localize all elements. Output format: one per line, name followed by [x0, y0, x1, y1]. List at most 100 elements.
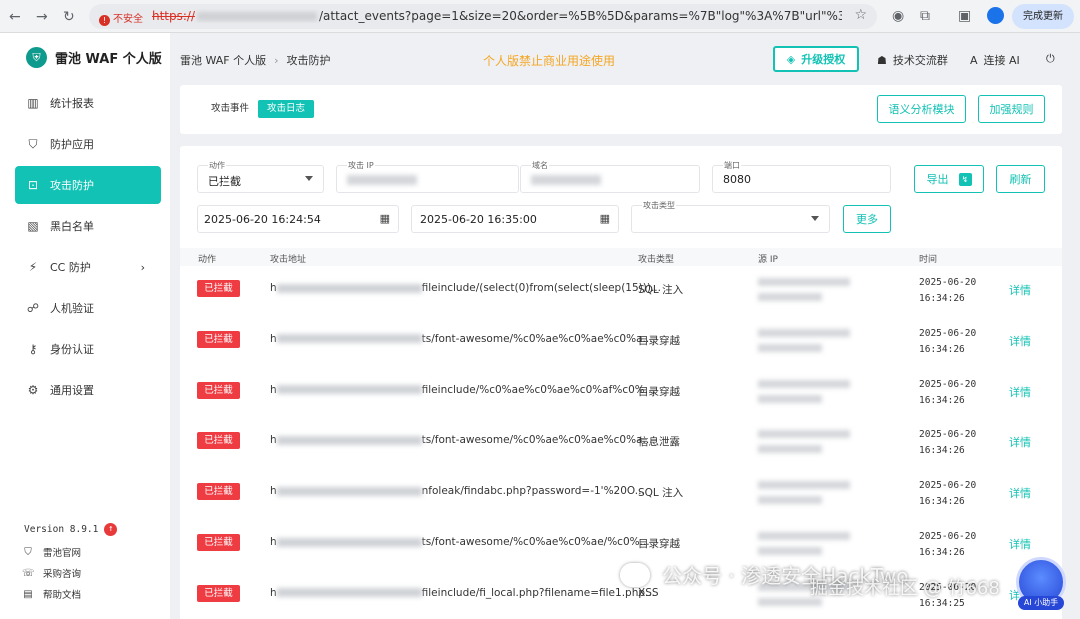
sidebar-item-auth[interactable]: ⚷ 身份认证	[15, 330, 161, 368]
reload-icon[interactable]: ↻	[63, 9, 75, 25]
puzzle-icon[interactable]: ⧉	[920, 8, 930, 24]
detail-link[interactable]: 详情	[1009, 485, 1031, 501]
attack-address: h fileinclude/%c0%ae%c0%ae%c0%af%c0%...	[270, 383, 655, 396]
calendar-icon: ▦	[379, 212, 390, 225]
attack-address: h ts/font-awesome/%c0%ae%c0%ae%c0%a...	[270, 332, 653, 345]
detail-link[interactable]: 详情	[1009, 536, 1031, 552]
chart-icon: ▥	[27, 96, 39, 110]
table-row: 已拦截 h nfoleak/findabc.php?password=-1'%20O…	[180, 470, 1062, 521]
attack-type: 目录穿越	[638, 538, 680, 550]
enhance-rules-button[interactable]: 加强规则	[978, 95, 1045, 123]
detail-link[interactable]: 详情	[1009, 434, 1031, 450]
update-badge-icon[interactable]: ↑	[104, 523, 118, 536]
export-button[interactable]: 导出 ↯	[914, 165, 984, 193]
shield-icon: ⛉	[28, 136, 38, 151]
breadcrumb-current: 攻击防护	[286, 54, 331, 67]
domain-input[interactable]: 域名	[520, 160, 700, 193]
version-label: Version 8.9.1 ↑	[24, 523, 118, 536]
address-bar[interactable]: ! 不安全 https:///attact_events?page=1&size=…	[89, 4, 877, 29]
docs-link[interactable]: ▤ 帮助文档	[22, 587, 81, 602]
start-time-picker[interactable]: 2025-06-20 16:24:54 ▦	[197, 205, 399, 233]
watermark-juejin: 掘金技术社区 @ 竹668	[810, 578, 1000, 599]
detail-link[interactable]: 详情	[1009, 384, 1031, 400]
detail-link[interactable]: 详情	[1009, 282, 1031, 298]
attack-type-select[interactable]: 攻击类型	[631, 200, 830, 233]
connect-ai-link[interactable]: A 连接 AI	[970, 52, 1020, 68]
end-time-picker[interactable]: 2025-06-20 16:35:00 ▦	[411, 205, 619, 233]
timestamp: 2025-06-20 16:34:26	[919, 531, 977, 558]
tab-attack-events[interactable]: 攻击事件	[202, 100, 258, 118]
app-name: 雷池 WAF 个人版	[55, 52, 162, 67]
breadcrumb-root[interactable]: 雷池 WAF 个人版	[180, 54, 266, 67]
detail-link[interactable]: 详情	[1009, 333, 1031, 349]
port-input[interactable]: 端口 8080	[712, 160, 891, 193]
community-link[interactable]: ☗ 技术交流群	[877, 52, 948, 68]
blocked-badge: 已拦截	[197, 280, 240, 297]
ai-icon: A	[970, 53, 978, 67]
logo-icon: ⛨	[26, 47, 47, 68]
back-icon[interactable]: ←	[9, 9, 21, 25]
robot-icon: ☍	[26, 301, 40, 315]
attack-address: h ts/font-awesome/%c0%ae%c0%ae/%c0%...	[270, 536, 650, 548]
sidebar-item-attack-protection[interactable]: ⊡ 攻击防护	[15, 166, 161, 204]
view-tabs: 攻击事件 攻击日志	[202, 100, 315, 118]
extension-icon[interactable]: ◉	[892, 8, 904, 24]
sidebar-item-blackwhite-list[interactable]: ▧ 黑白名单	[15, 207, 161, 245]
calendar-icon: ▦	[599, 212, 610, 225]
insecure-indicator[interactable]: ! 不安全	[99, 10, 143, 26]
header-type: 攻击类型	[638, 255, 675, 265]
breadcrumb: 雷池 WAF 个人版 › 攻击防护	[180, 52, 331, 68]
attack-ip-input[interactable]: 攻击 IP	[336, 160, 519, 193]
sidebar-item-settings[interactable]: ⚙ 通用设置	[15, 371, 161, 409]
more-filters-button[interactable]: 更多	[843, 205, 891, 233]
attack-type: 目录穿越	[638, 385, 680, 398]
bookmark-star-icon[interactable]: ☆	[854, 7, 867, 23]
logout-icon: ⏻	[1046, 52, 1055, 65]
timestamp: 2025-06-20 16:34:26	[919, 277, 977, 304]
table-header: 动作 攻击地址 攻击类型 源 IP 时间	[180, 248, 1062, 266]
lightning-icon: ⚡	[28, 260, 38, 274]
forward-icon[interactable]: →	[36, 9, 48, 25]
sidepanel-icon[interactable]: ▣	[958, 8, 971, 24]
gear-icon: ⚙	[27, 383, 39, 397]
header-address: 攻击地址	[270, 255, 307, 265]
chevron-right-icon: ›	[140, 260, 145, 274]
profile-avatar[interactable]	[987, 7, 1004, 24]
sidebar-item-cc-protection[interactable]: ⚡ CC 防护 ›	[15, 248, 161, 286]
source-ip	[758, 430, 850, 460]
update-button[interactable]: 完成更新	[1012, 4, 1074, 29]
url-text[interactable]: https:///attact_events?page=1&size=20&or…	[152, 9, 842, 23]
top-header: 雷池 WAF 个人版 › 攻击防护 个人版禁止商业用途使用 ◈ 升级授权 ☗ 技术交…	[170, 33, 1080, 85]
attack-icon: ⊡	[27, 178, 39, 192]
key-icon: ⚷	[28, 342, 38, 356]
caret-down-icon	[811, 216, 819, 221]
table-row: 已拦截 h fileinclude/(select(0)from(select(sl…	[180, 267, 1062, 318]
table-row: 已拦截 h fileinclude/%c0%ae%c0%ae%c0%af%c0%..…	[180, 369, 1062, 420]
logout-button[interactable]: ⏻	[1046, 52, 1055, 66]
table-row: 已拦截 h ts/font-awesome/%c0%ae%c0%ae%c0%a...…	[180, 419, 1062, 470]
sidebar-item-apps[interactable]: ⛉ 防护应用	[15, 125, 161, 163]
blocked-badge: 已拦截	[197, 381, 240, 399]
app-logo[interactable]: ⛨ 雷池 WAF 个人版	[26, 47, 162, 68]
upgrade-button[interactable]: ◈ 升级授权	[773, 46, 859, 72]
action-select[interactable]: 动作 已拦截	[197, 160, 324, 193]
wechat-icon	[620, 562, 650, 587]
source-ip	[758, 379, 850, 410]
header-source-ip: 源 IP	[758, 255, 778, 265]
sidebar-item-stats[interactable]: ▥ 统计报表	[15, 84, 161, 122]
official-site-link[interactable]: ⛉ 雷池官网	[22, 545, 81, 560]
source-ip	[758, 278, 850, 308]
license-notice: 个人版禁止商业用途使用	[483, 54, 616, 68]
purchase-link[interactable]: ☏ 采购咨询	[22, 566, 81, 581]
tabs-card: 攻击事件 攻击日志 语义分析模块 加强规则	[180, 85, 1062, 134]
sidebar-item-captcha[interactable]: ☍ 人机验证	[15, 289, 161, 327]
semantic-analysis-button[interactable]: 语义分析模块	[877, 95, 966, 123]
phone-icon: ☏	[22, 567, 35, 579]
chevron-right-icon: ›	[274, 54, 279, 67]
blocked-badge: 已拦截	[197, 483, 240, 501]
group-icon: ☗	[877, 53, 887, 67]
refresh-button[interactable]: 刷新	[996, 165, 1045, 193]
ai-helper-button[interactable]: AI 小助手	[1016, 557, 1066, 610]
tab-attack-logs[interactable]: 攻击日志	[258, 100, 315, 118]
source-ip	[758, 328, 850, 359]
